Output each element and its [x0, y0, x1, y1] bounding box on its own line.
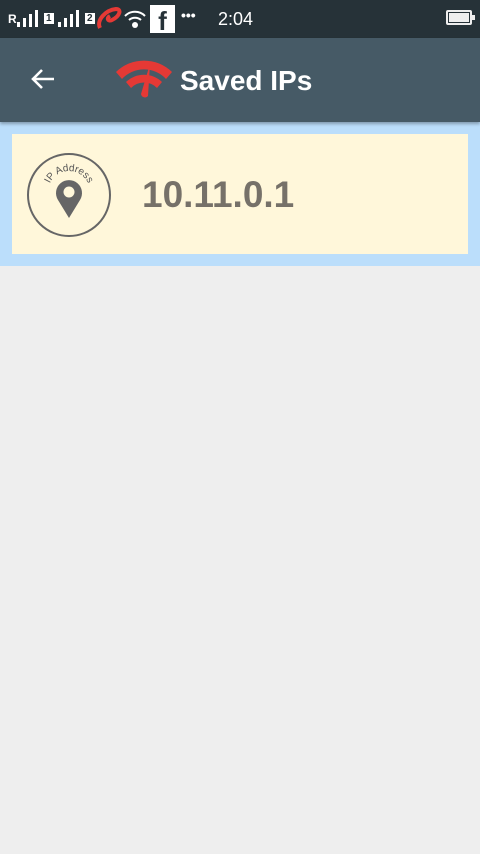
wifi-icon — [124, 10, 146, 28]
airtel-icon — [97, 6, 122, 29]
more-notifications-icon: ••• — [181, 7, 196, 23]
ip-address-text: 10.11.0.1 — [142, 174, 295, 215]
sim2-badge: 2 — [85, 13, 95, 24]
signal-icon — [17, 10, 38, 27]
back-arrow-icon[interactable] — [28, 64, 58, 94]
app-bar: Saved IPs — [0, 38, 480, 122]
app-logo-icon — [116, 60, 172, 98]
carrier-label: R — [8, 12, 17, 26]
clock: 2:04 — [218, 9, 254, 29]
saved-ip-item[interactable]: IP Address 10.11.0.1 — [12, 134, 468, 254]
page-title: Saved IPs — [180, 65, 313, 96]
saved-ip-list: IP Address 10.11.0.1 — [0, 122, 480, 266]
battery-icon — [446, 10, 475, 25]
facebook-icon: f — [150, 5, 175, 36]
sim1-badge: 1 — [44, 13, 54, 24]
signal-icon-2 — [58, 10, 79, 27]
ip-address-pin-icon: IP Address — [27, 153, 111, 237]
status-bar: R 1 2 f ••• 2:04 — [0, 0, 480, 38]
